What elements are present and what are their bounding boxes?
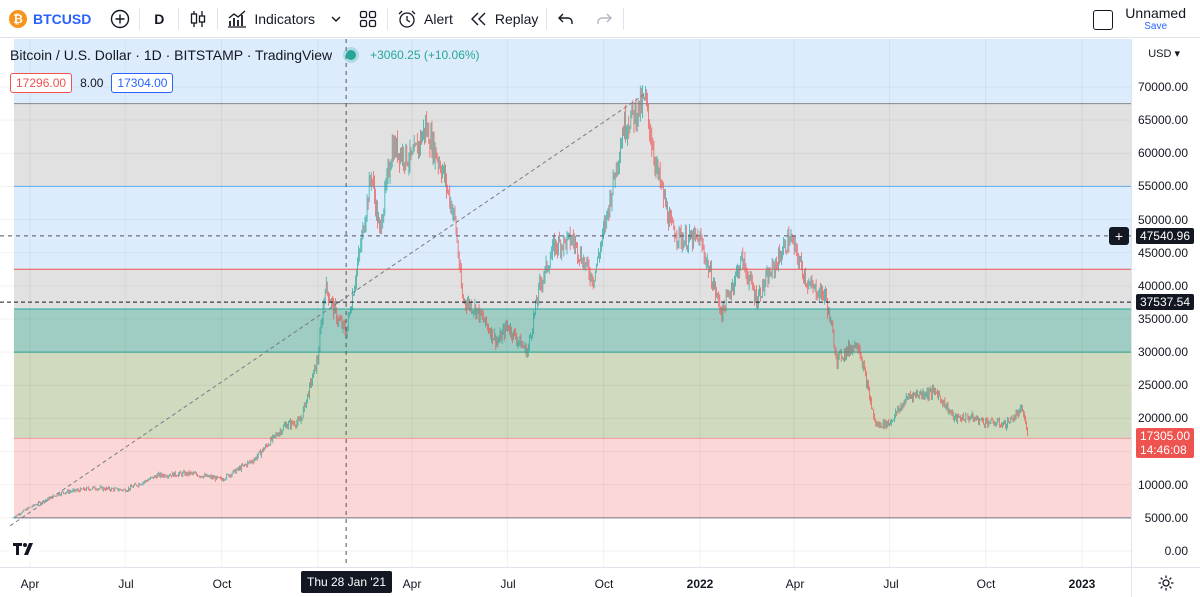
fib-band-1 [14,103,1131,187]
price-tick-label: 65000.00 [1137,113,1188,128]
crosshair-price-label: 47540.96 [1135,227,1194,244]
price-tick-label: 20000.00 [1137,411,1188,426]
bitcoin-icon: ₿ [9,9,27,28]
price-tick-label: 10000.00 [1137,477,1188,492]
sell-price-button[interactable]: 17296.00 [10,73,73,93]
currency-label[interactable]: USD ▾ [1148,47,1180,60]
interval-button[interactable]: D [140,0,178,38]
indicators-label: Indicators [254,10,316,27]
price-tick-label: 70000.00 [1137,80,1188,94]
chart-settings-button[interactable] [1131,567,1200,597]
time-tick-label: Oct [594,577,614,591]
time-tick-label: Jul [883,577,899,591]
alert-button[interactable]: Alert [388,0,461,38]
chevron-down-icon [331,16,341,22]
time-tick-label: Apr [785,577,805,591]
symbol-search-button[interactable]: ₿ BTCUSD [0,0,101,38]
indicators-icon [228,10,247,28]
time-tick-label: Jul [500,577,516,591]
layout-menu[interactable]: Unnamed Save [1093,6,1186,34]
time-tick-label: 2022 [686,577,714,591]
last-price-label: 17305.00 14:46:08 [1135,428,1194,459]
chart-pane[interactable]: Bitcoin / U.S. Dollar · 1D · BITSTAMP · … [0,39,1131,567]
gear-icon [1158,575,1174,590]
top-toolbar: ₿ BTCUSD D Indicators Alert Replay Unnam… [0,0,1200,38]
crosshair-date-label: Thu 28 Jan '21 [301,571,392,593]
undo-button[interactable] [547,0,585,38]
buy-price-button[interactable]: 17304.00 [111,73,174,93]
replay-label: Replay [494,10,539,27]
interval-label: D [154,10,165,27]
price-tick-label: 40000.00 [1137,278,1188,293]
layout-square-icon[interactable] [1093,10,1114,30]
tradingview-logo[interactable] [8,537,40,561]
price-tick-label: 0.00 [1164,544,1188,558]
price-tick-label: 25000.00 [1137,378,1188,393]
fib-band-3 [14,269,1131,310]
time-tick-label: 2023 [1068,577,1096,591]
grid-templates-icon [359,10,377,27]
time-tick-label: Jul [118,577,134,591]
price-tick-label: 45000.00 [1137,245,1188,260]
price-tick-label: 30000.00 [1137,345,1188,360]
redo-icon [597,13,613,24]
fib-band-4 [14,309,1131,353]
legend-title[interactable]: Bitcoin / U.S. Dollar · 1D · BITSTAMP · … [10,47,332,63]
alert-label: Alert [424,10,453,27]
fib-band-5 [14,352,1131,439]
legend-change: +3060.25 (+10.06%) [370,48,480,62]
redo-button[interactable] [585,0,623,38]
candles-icon [191,10,206,27]
price-tick-label: 5000.00 [1144,510,1188,525]
chart-type-button[interactable] [179,0,217,38]
price-tick-label: 50000.00 [1137,212,1188,227]
save-button[interactable]: Save [1125,20,1186,34]
quote-row: 17296.00 8.00 17304.00 [10,73,174,93]
price-tick-label: 35000.00 [1137,312,1188,326]
time-tick-label: Apr [402,577,422,591]
replay-button[interactable]: Replay [461,0,547,38]
indicators-button[interactable]: Indicators [218,0,323,38]
templates-button[interactable] [349,0,387,38]
symbol-label: BTCUSD [33,10,92,27]
toolbar-divider [623,7,625,30]
alarm-clock-icon [398,10,416,28]
level-price-label: 37537.54 [1135,294,1194,311]
price-tick-label: 60000.00 [1137,146,1188,161]
compare-symbol-button[interactable] [101,0,139,38]
replay-icon [470,12,486,25]
chart-legend: Bitcoin / U.S. Dollar · 1D · BITSTAMP · … [10,47,480,63]
fib-band-2 [14,186,1131,270]
market-status-icon[interactable] [346,50,357,60]
tradingview-icon [13,543,33,555]
time-scale[interactable]: Apr Jul Oct Apr Jul Oct 2022 Apr Jul Oct 2023 Thu … [0,567,1131,597]
fib-band-6 [14,438,1131,518]
price-scale[interactable]: USD ▾ 70000.00 65000.00 60000.00 55000.00 50… [1109,39,1200,567]
last-price-value: 17305.00 [1139,429,1190,444]
spread-value: 8.00 [80,76,104,90]
bar-countdown: 14:46:08 [1139,443,1187,458]
undo-icon [558,13,574,24]
time-tick-label: Apr [20,577,40,591]
plus-circle-icon [111,9,130,28]
time-tick-label: Oct [212,577,232,591]
price-chart[interactable] [0,39,1131,567]
layout-name: Unnamed [1125,5,1186,21]
add-alert-plus-icon[interactable]: + [1109,226,1129,245]
time-tick-label: Oct [976,577,996,591]
indicators-dropdown[interactable] [323,0,349,38]
price-tick-label: 55000.00 [1137,179,1188,194]
